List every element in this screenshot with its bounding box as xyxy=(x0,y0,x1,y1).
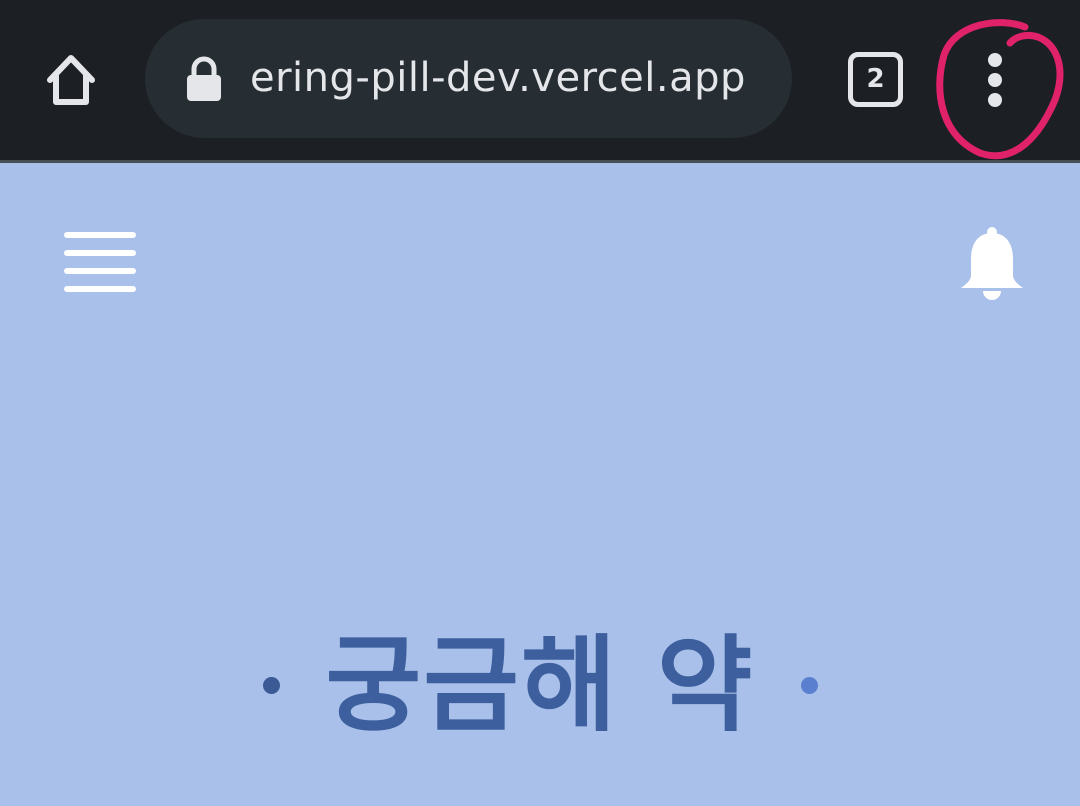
bell-icon xyxy=(961,227,1023,300)
home-button[interactable] xyxy=(38,46,104,112)
notification-button[interactable] xyxy=(955,225,1030,305)
url-text: ering-pill-dev.vercel.app xyxy=(250,55,746,101)
decorative-dot-right xyxy=(801,677,818,694)
page-title: 궁금해 약 xyxy=(325,624,755,746)
home-icon xyxy=(47,55,95,105)
hero-heading: 궁금해 약 xyxy=(0,620,1080,750)
browser-toolbar: ering-pill-dev.vercel.app 2 xyxy=(0,0,1080,163)
side-menu-button[interactable] xyxy=(60,228,140,298)
more-vert-icon xyxy=(988,53,1002,107)
tab-switcher-button[interactable]: 2 xyxy=(848,52,903,107)
browser-menu-button[interactable] xyxy=(960,45,1030,115)
address-bar[interactable]: ering-pill-dev.vercel.app xyxy=(145,19,792,138)
decorative-dot-left xyxy=(263,677,280,694)
tab-count: 2 xyxy=(866,64,885,94)
hamburger-icon xyxy=(64,232,136,292)
lock-icon xyxy=(187,56,221,101)
